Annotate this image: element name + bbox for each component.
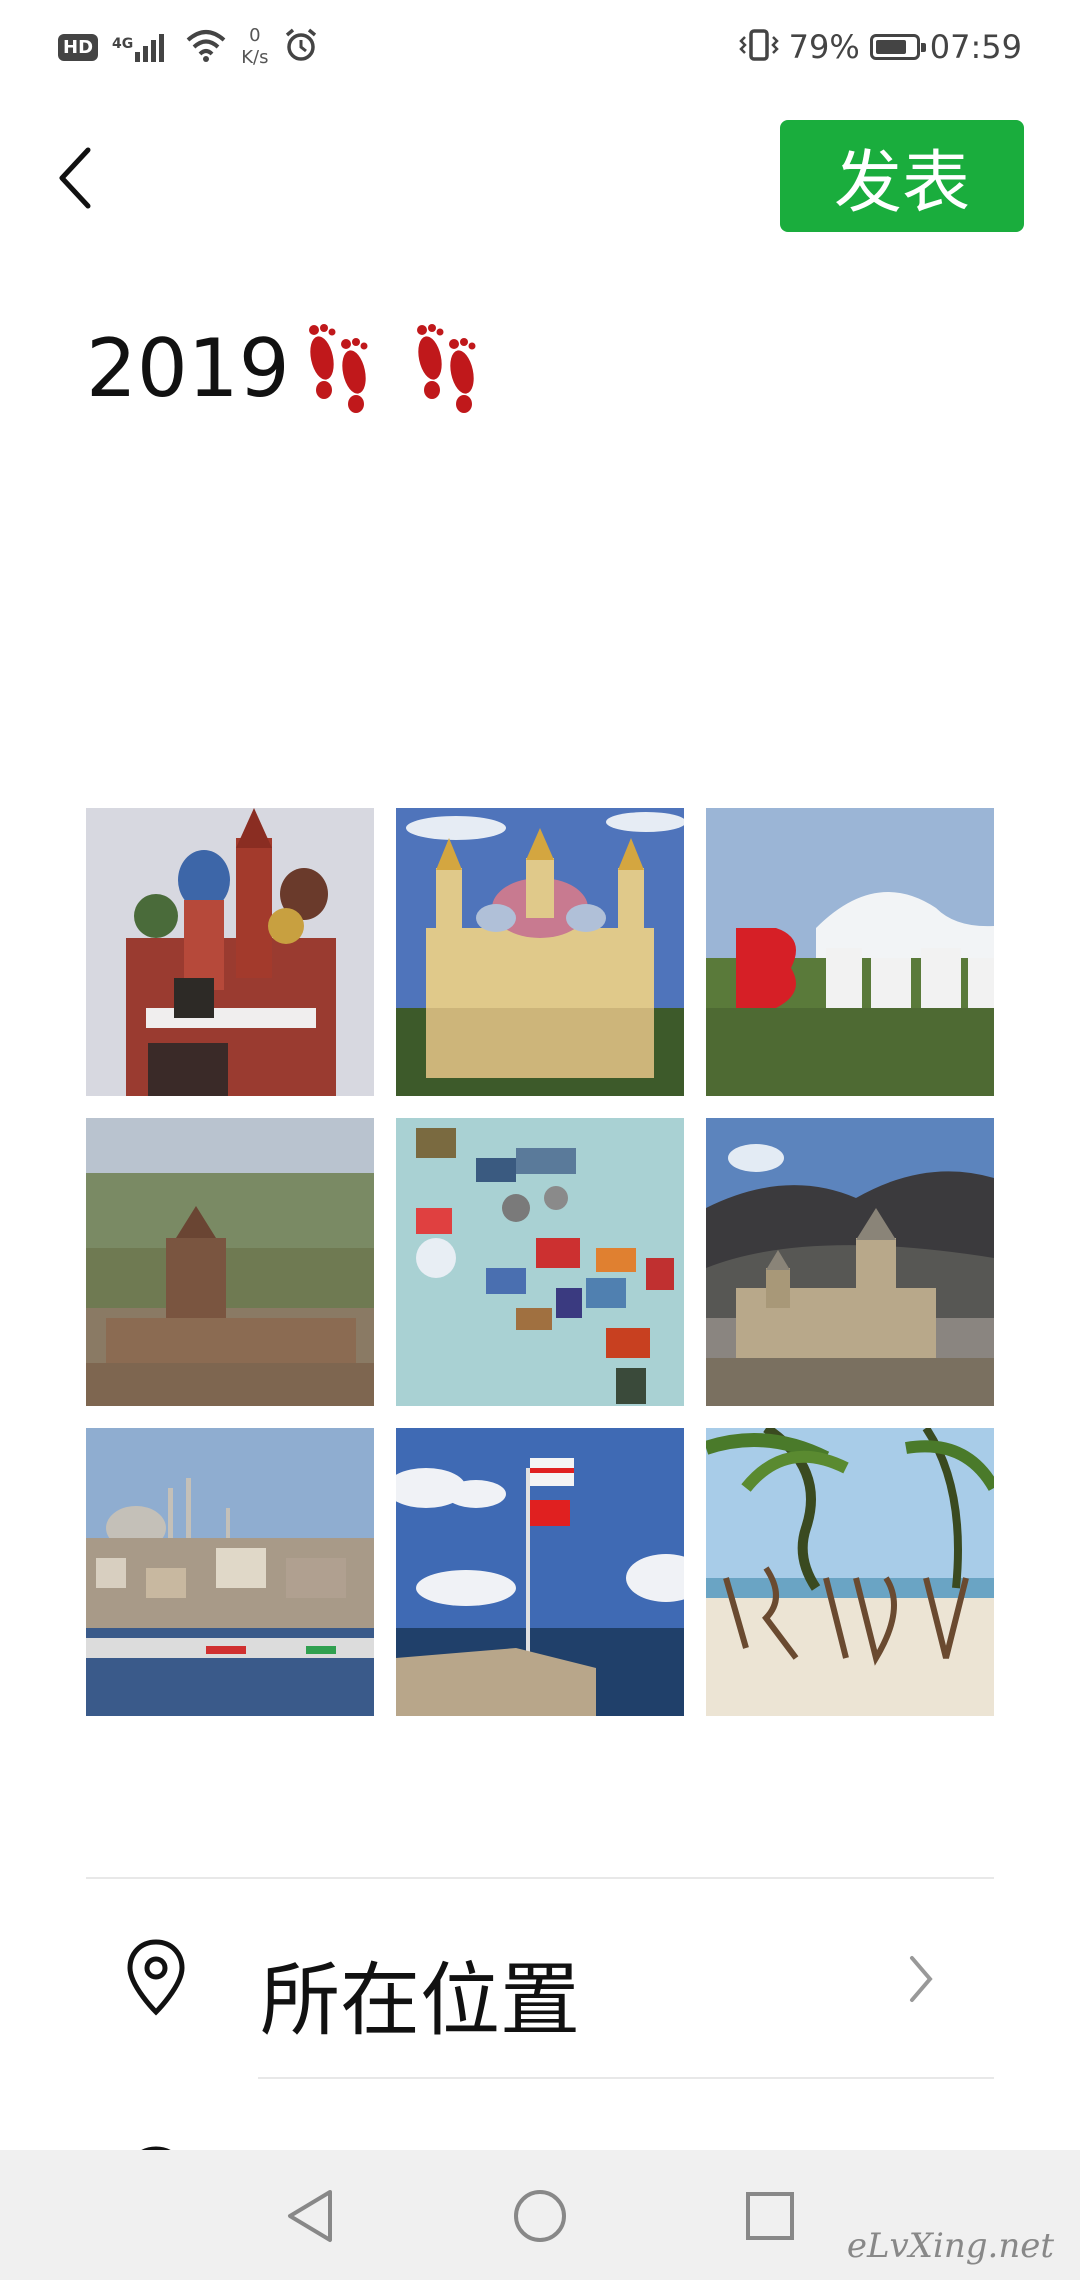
divider	[86, 1877, 994, 1879]
photo-thumbnail-9[interactable]	[706, 1428, 994, 1716]
chevron-left-icon	[59, 147, 91, 209]
photo-thumbnail-7[interactable]	[86, 1428, 374, 1716]
battery-fill	[875, 40, 906, 54]
photo-thumbnail-3[interactable]	[706, 808, 994, 1096]
back-triangle-icon	[288, 2190, 332, 2242]
system-nav-bar: eLvXing.net	[0, 2150, 1080, 2280]
alarm-icon	[283, 27, 319, 67]
footprints-icon	[300, 318, 488, 418]
speed-unit: K/s	[241, 47, 269, 68]
chevron-right-icon	[910, 1956, 933, 2002]
photo-thumbnail-5[interactable]	[396, 1118, 684, 1406]
watermark: eLvXing.net	[846, 2226, 1054, 2266]
status-left: HD 4G 0 K/s	[58, 22, 319, 72]
post-text-area[interactable]: 2019	[86, 318, 488, 418]
battery-icon	[869, 34, 926, 60]
network-type: 4G	[112, 36, 134, 52]
divider	[258, 2077, 994, 2079]
signal-icon: 4G	[112, 32, 171, 62]
back-button[interactable]	[42, 138, 106, 218]
nav-back-button[interactable]	[270, 2178, 350, 2254]
location-pin-icon	[127, 1939, 185, 2016]
clock: 07:59	[929, 28, 1022, 66]
hd-icon: HD	[58, 33, 99, 61]
nav-home-button[interactable]	[500, 2178, 580, 2254]
publish-button[interactable]: 发表	[780, 120, 1024, 232]
status-right: 79% 07:59	[738, 22, 1022, 72]
vibrate-icon	[738, 27, 779, 67]
partial-icon	[141, 2146, 171, 2150]
home-circle-icon	[514, 2190, 566, 2242]
post-text: 2019	[86, 321, 290, 415]
location-label: 所在位置	[260, 1954, 580, 2047]
photo-thumbnail-8[interactable]	[396, 1428, 684, 1716]
photo-thumbnail-1[interactable]	[86, 808, 374, 1096]
status-bar: HD 4G 0 K/s 79% 07:59	[0, 0, 1080, 92]
next-row-partial[interactable]	[86, 2080, 994, 2150]
photo-thumbnail-2[interactable]	[396, 808, 684, 1096]
location-row[interactable]: 所在位置	[86, 1880, 994, 2080]
photo-thumbnail-4[interactable]	[86, 1118, 374, 1406]
nav-recents-button[interactable]	[730, 2178, 810, 2254]
speed-value: 0	[249, 25, 261, 46]
battery-percent: 79%	[788, 28, 860, 66]
network-speed: 0 K/s	[241, 25, 268, 69]
photo-grid	[86, 808, 994, 1716]
wifi-icon	[185, 28, 227, 66]
photo-thumbnail-6[interactable]	[706, 1118, 994, 1406]
recents-square-icon	[746, 2192, 794, 2240]
